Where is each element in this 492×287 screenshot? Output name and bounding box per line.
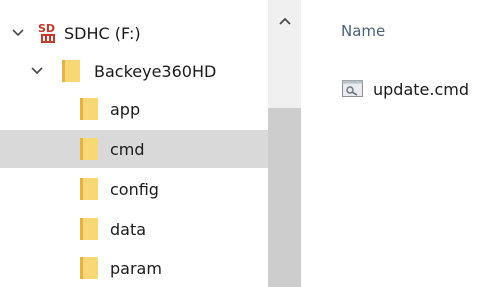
sd-card-drive-icon: SD [37, 21, 59, 45]
folder-icon [80, 98, 98, 120]
folder-icon [80, 178, 98, 200]
tree-item-label: data [110, 219, 147, 239]
scroll-up-arrow-icon[interactable] [268, 8, 301, 34]
navigation-pane: SD SDHC (F:) Backeye360HD app cmd config… [0, 0, 301, 287]
command-file-icon [341, 78, 365, 100]
tree-item-param[interactable]: param [0, 249, 268, 287]
tree-item-app[interactable]: app [0, 90, 268, 128]
tree-item-config[interactable]: config [0, 170, 268, 208]
file-item-update-cmd[interactable]: update.cmd [341, 75, 469, 103]
folder-icon [80, 138, 98, 160]
tree-item-label: Backeye360HD [94, 61, 217, 81]
tree-item-label: config [110, 179, 159, 199]
tree-item-backeye360hd[interactable]: Backeye360HD [0, 52, 268, 90]
folder-icon [62, 60, 80, 82]
tree-item-sdhc-drive[interactable]: SD SDHC (F:) [0, 14, 268, 52]
scrollbar-thumb[interactable] [268, 108, 301, 287]
name-column-header[interactable]: Name [341, 22, 385, 40]
tree-item-cmd[interactable]: cmd [0, 130, 268, 168]
svg-text:SD: SD [38, 22, 55, 35]
tree-item-label: SDHC (F:) [64, 23, 141, 43]
folder-icon [80, 218, 98, 240]
navigation-scrollbar[interactable] [268, 0, 301, 287]
file-list-pane: Name update.cmd [301, 0, 492, 287]
folder-icon [80, 257, 98, 279]
tree-item-label: app [110, 99, 141, 119]
tree-item-label: cmd [110, 139, 145, 159]
tree-item-data[interactable]: data [0, 210, 268, 248]
file-name: update.cmd [373, 79, 469, 99]
chevron-down-icon[interactable] [30, 64, 44, 78]
tree-item-label: param [110, 258, 162, 278]
chevron-down-icon[interactable] [11, 26, 25, 40]
